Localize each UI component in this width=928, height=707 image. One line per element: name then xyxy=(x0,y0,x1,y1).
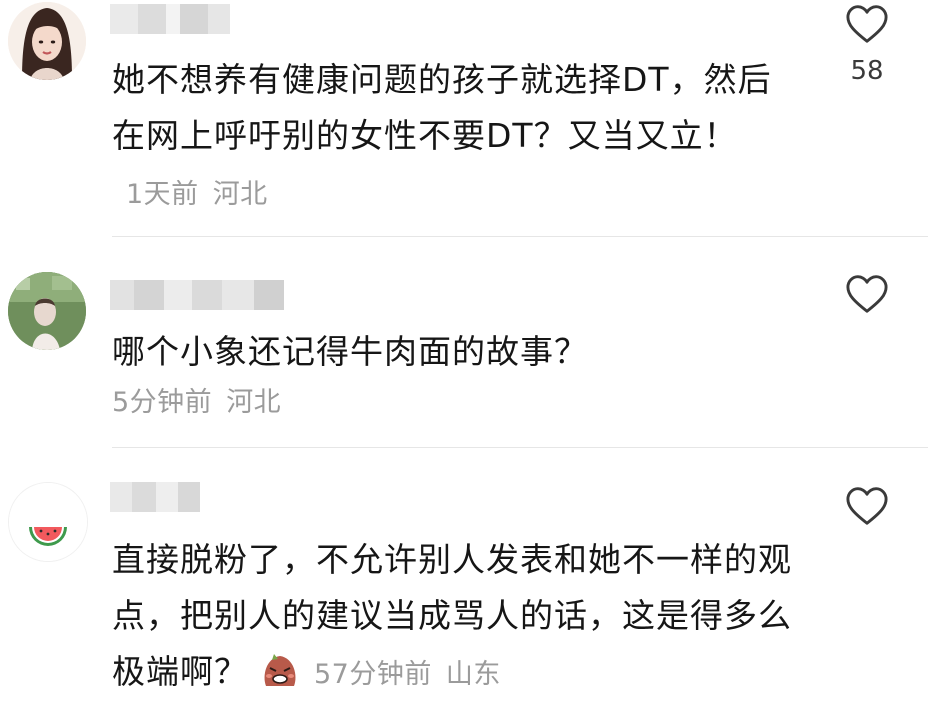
photo-avatar-icon xyxy=(8,272,86,350)
comment-time: 57分钟前 xyxy=(314,659,432,690)
girl-portrait-icon xyxy=(8,2,86,80)
divider xyxy=(112,447,928,448)
like-button[interactable]: 58 xyxy=(840,4,894,86)
username-blurred[interactable] xyxy=(110,4,230,34)
comment-body: 哪个小象还记得牛肉面的故事？ xyxy=(112,332,588,371)
comment-body: 她不想养有健康问题的孩子就选择DT，然后在网上呼吁别的女性不要DT？又当又立！ xyxy=(112,60,772,155)
angry-face-emoji-icon xyxy=(260,651,300,689)
comment-text: 她不想养有健康问题的孩子就选择DT，然后在网上呼吁别的女性不要DT？又当又立！ 1… xyxy=(112,52,802,223)
comment-time: 1天前 xyxy=(126,179,199,210)
heart-icon xyxy=(846,275,888,313)
watermelon-icon xyxy=(9,483,87,561)
comment-meta: 5分钟前 河北 xyxy=(112,380,281,419)
user-avatar[interactable] xyxy=(8,272,86,350)
comment-meta: 1天前 河北 xyxy=(126,179,268,210)
user-avatar[interactable] xyxy=(8,482,88,562)
heart-icon xyxy=(846,487,888,525)
comment-location: 山东 xyxy=(445,659,501,690)
comment-location: 河北 xyxy=(212,179,268,210)
comment-text: 直接脱粉了，不允许别人发表和她不一样的观点，把别人的建议当成骂人的话，这是得多么… xyxy=(112,532,802,703)
like-button[interactable] xyxy=(840,274,894,314)
username-blurred[interactable] xyxy=(110,280,284,310)
comment-text: 哪个小象还记得牛肉面的故事？ xyxy=(112,324,802,380)
divider xyxy=(112,236,928,237)
user-avatar[interactable] xyxy=(8,2,86,80)
like-button[interactable] xyxy=(840,486,894,526)
comment-location: 河北 xyxy=(226,387,282,418)
comment-time: 5分钟前 xyxy=(112,387,213,418)
comment-meta: 57分钟前 山东 xyxy=(314,659,501,690)
username-blurred[interactable] xyxy=(110,482,200,512)
heart-icon xyxy=(846,5,888,43)
like-count: 58 xyxy=(850,56,884,86)
